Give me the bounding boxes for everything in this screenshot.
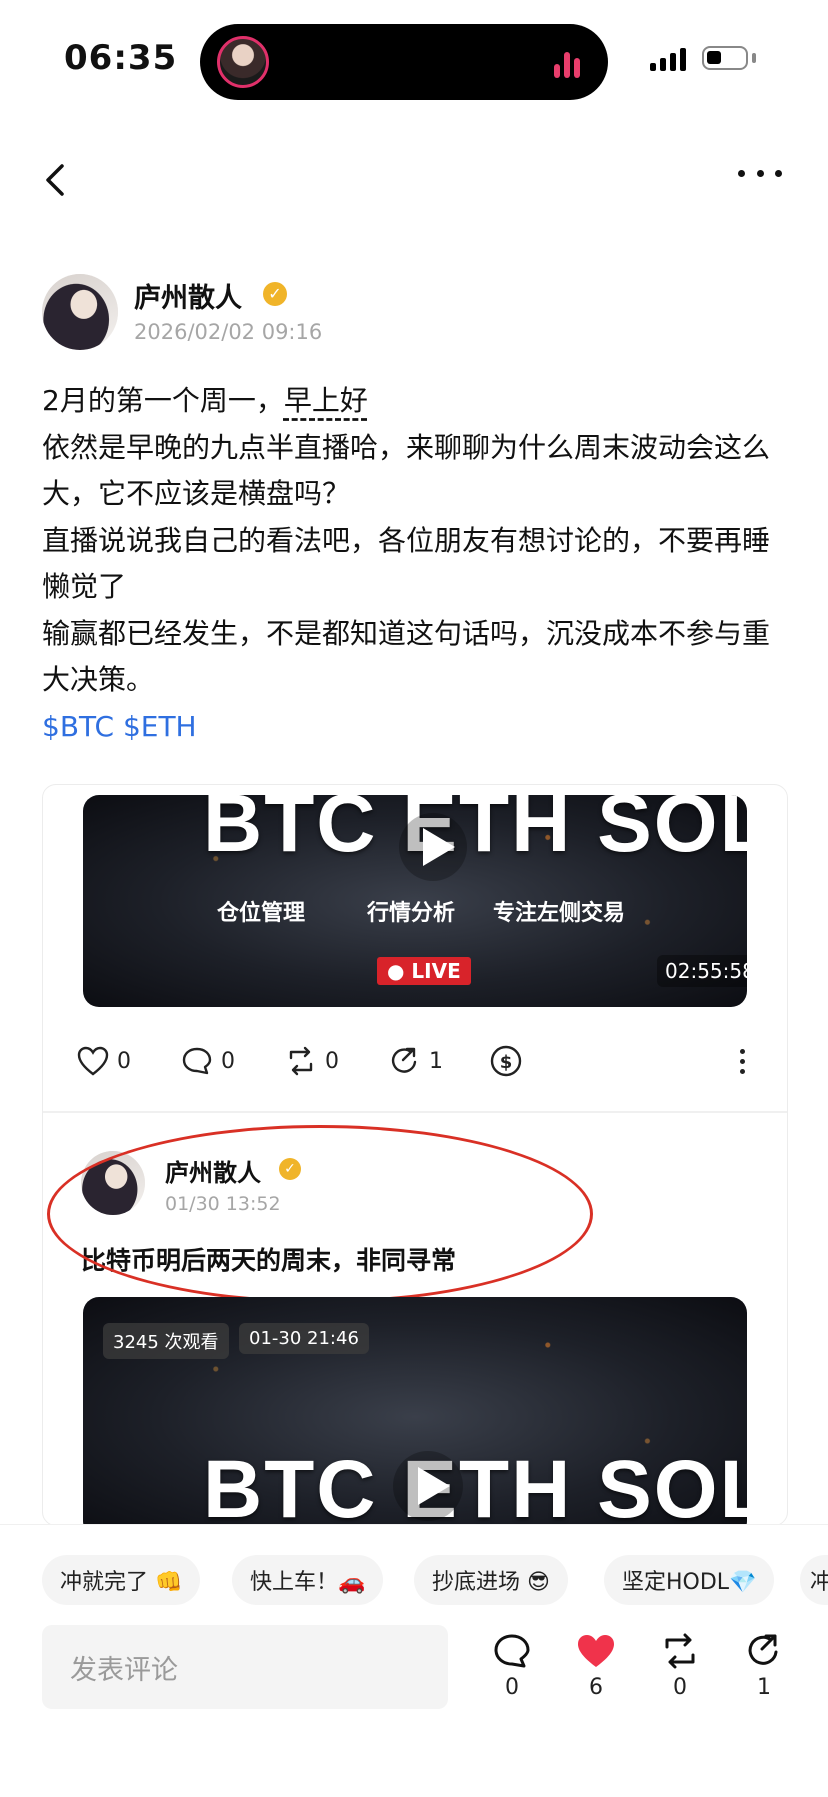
chevron-left-icon xyxy=(46,164,64,196)
quick-reply-chip[interactable]: 冲就完了 👊 xyxy=(42,1555,201,1605)
quick-reply-chip[interactable]: 坚定HODL💎 xyxy=(604,1555,775,1605)
video-thumbnail[interactable]: BTC ETH SOL 仓位管理 行情分析 专注左侧交易 ● LIVE 02:5… xyxy=(83,795,747,1007)
play-icon xyxy=(423,828,455,866)
repost-count: 0 xyxy=(325,1048,339,1074)
repost-icon xyxy=(289,1046,313,1076)
quick-reply-chip[interactable]: 抄底进场 😎 xyxy=(414,1555,568,1605)
live-badge: ● LIVE xyxy=(377,957,471,985)
card-action-row: 0 0 0 1 $ xyxy=(77,1039,747,1083)
post-date: 2026/02/02 09:16 xyxy=(134,320,323,344)
video-date: 01-30 21:46 xyxy=(239,1323,369,1354)
divider xyxy=(43,1111,787,1113)
post-line: 输赢都已经发生，不是都知道这句话吗，沉没成本不参与重大决策。 xyxy=(42,616,771,697)
island-avatar xyxy=(217,36,269,88)
video-subtitle: 专注左侧交易 xyxy=(493,901,626,926)
comment-bubble-icon xyxy=(182,1047,212,1075)
status-time: 06:35 xyxy=(64,38,178,78)
dollar-coin-icon: $ xyxy=(490,1045,522,1077)
post-line-text: 2月的第一个周一， xyxy=(42,384,284,417)
dot xyxy=(739,1048,745,1054)
share-count: 1 xyxy=(429,1048,443,1074)
bottom-repost-count: 0 xyxy=(673,1675,687,1700)
comment-input[interactable]: 发表评论 xyxy=(42,1625,448,1709)
bottom-repost-button[interactable]: 0 xyxy=(650,1633,710,1700)
bottom-bar: 冲就完了 👊 快上车！🚗 抄底进场 😎 坚定HODL💎 冲 发表评论 0 6 0… xyxy=(0,1524,828,1797)
quick-reply-chip[interactable]: 快上车！🚗 xyxy=(232,1555,384,1605)
post-line-emphasis: 早上好 xyxy=(283,384,368,417)
quick-reply-chip[interactable]: 冲 xyxy=(800,1555,828,1605)
card-more-button[interactable] xyxy=(737,1048,747,1074)
tip-button[interactable]: $ xyxy=(489,1044,549,1078)
battery-cap xyxy=(752,53,756,63)
battery-level xyxy=(707,51,721,64)
battery-icon xyxy=(702,46,748,70)
video-subtitle: 仓位管理 xyxy=(217,901,306,926)
view-count: 3245 次观看 xyxy=(103,1323,229,1359)
video-thumbnail[interactable]: 3245 次观看 01-30 21:46 BTC ETH SOL xyxy=(83,1297,747,1526)
avatar-image xyxy=(42,274,118,350)
bottom-comment-button[interactable]: 0 xyxy=(482,1633,542,1700)
share-icon xyxy=(748,1634,778,1665)
red-annotation-circle xyxy=(47,1125,593,1303)
repost-button[interactable]: 0 xyxy=(285,1046,389,1076)
post-line: 直播说说我自己的看法吧，各位朋友有想讨论的，不要再睡懒觉了 xyxy=(42,523,771,604)
share-button[interactable]: 1 xyxy=(389,1046,489,1076)
verified-badge-icon: ✓ xyxy=(263,282,287,306)
post-line: 依然是早晚的九点半直播哈，来聊聊为什么周末波动会这么大，它不应该是横盘吗？ xyxy=(42,430,771,511)
post-card: BTC ETH SOL 仓位管理 行情分析 专注左侧交易 ● LIVE 02:5… xyxy=(42,784,788,1526)
bottom-like-button[interactable]: 6 xyxy=(566,1633,626,1700)
bottom-share-count: 1 xyxy=(757,1675,771,1700)
bottom-share-button[interactable]: 1 xyxy=(734,1633,794,1700)
dot xyxy=(756,170,764,177)
comment-count: 0 xyxy=(221,1048,235,1074)
more-options-button[interactable] xyxy=(738,170,782,186)
post-line: 2月的第一个周一，早上好 xyxy=(42,378,786,425)
post-tags[interactable]: $BTC $ETH xyxy=(42,704,786,751)
heart-icon xyxy=(77,1046,109,1076)
heart-filled-icon xyxy=(578,1635,614,1667)
author-avatar[interactable] xyxy=(42,274,118,350)
bottom-comment-count: 0 xyxy=(505,1675,519,1700)
dot xyxy=(738,170,745,177)
video-title: BTC ETH SOL xyxy=(203,795,747,869)
play-icon xyxy=(418,1467,450,1505)
dot xyxy=(739,1068,745,1074)
audio-equalizer-icon xyxy=(554,48,584,78)
video-title: BTC ETH SOL xyxy=(203,1444,747,1526)
svg-text:$: $ xyxy=(500,1052,513,1073)
comment-bubble-icon xyxy=(494,1634,530,1668)
back-button[interactable] xyxy=(40,160,74,200)
share-icon xyxy=(391,1047,417,1073)
author-name[interactable]: 庐州散人 xyxy=(134,276,242,315)
video-subtitle: 行情分析 xyxy=(367,901,456,926)
comment-button[interactable]: 0 xyxy=(181,1046,285,1076)
like-count: 0 xyxy=(117,1048,131,1074)
play-button[interactable] xyxy=(393,1451,463,1521)
dynamic-island[interactable] xyxy=(200,24,608,100)
post-body: 2月的第一个周一，早上好 依然是早晚的九点半直播哈，来聊聊为什么周末波动会这么大… xyxy=(42,378,786,750)
repost-icon xyxy=(665,1633,695,1669)
video-duration: 02:55:58 xyxy=(657,955,747,987)
like-button[interactable]: 0 xyxy=(77,1046,181,1076)
dot xyxy=(775,170,782,177)
cellular-signal-icon xyxy=(650,48,686,71)
bottom-like-count: 6 xyxy=(589,1675,603,1700)
dot xyxy=(739,1058,745,1064)
play-button[interactable] xyxy=(399,813,467,881)
